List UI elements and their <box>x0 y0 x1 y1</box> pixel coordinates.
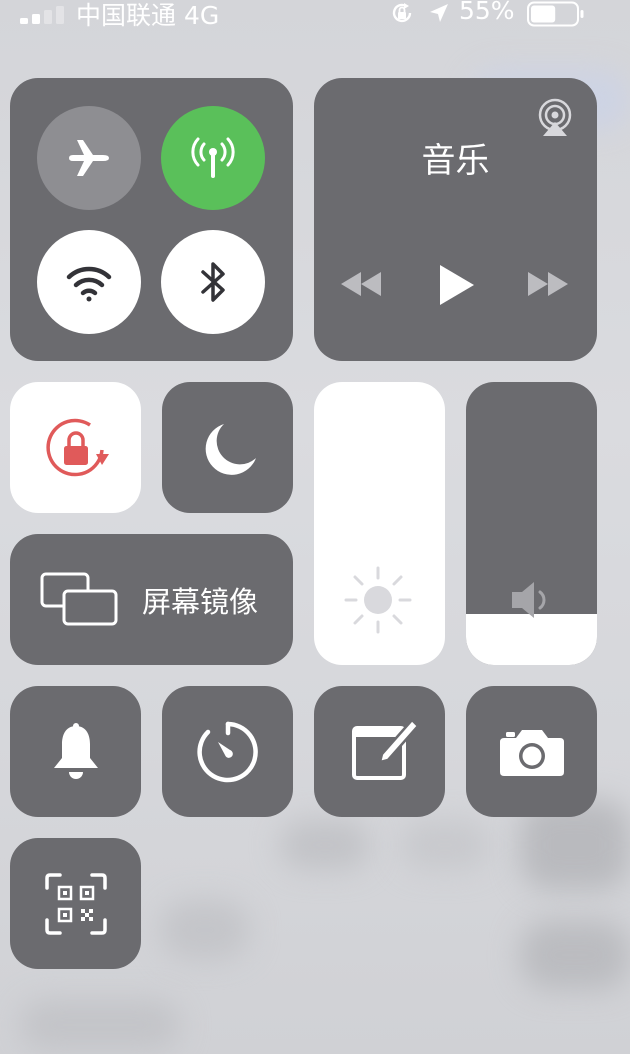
airplane-mode-toggle[interactable] <box>37 106 141 210</box>
moon-icon <box>205 424 256 475</box>
rewind-icon[interactable] <box>339 270 383 298</box>
speaker-icon <box>512 582 546 618</box>
timer-icon <box>197 721 258 783</box>
notes-button[interactable] <box>314 686 445 817</box>
do-not-disturb-toggle[interactable] <box>162 382 293 513</box>
camera-icon <box>500 730 564 776</box>
music-title: 音乐 <box>421 141 490 181</box>
screen-mirroring-button[interactable]: 屏幕镜像 <box>10 534 293 665</box>
sun-icon <box>344 566 412 634</box>
wifi-icon <box>66 266 112 302</box>
bell-button[interactable] <box>10 686 141 817</box>
airplane-icon <box>69 140 109 176</box>
camera-button[interactable] <box>466 686 597 817</box>
status-bar: 中国联通 4G 55% <box>0 0 630 30</box>
bluetooth-toggle[interactable] <box>161 230 265 334</box>
bell-icon <box>54 723 98 779</box>
timer-button[interactable] <box>162 686 293 817</box>
antenna-icon <box>191 137 235 178</box>
qr-code-icon <box>45 873 107 935</box>
battery-icon <box>527 1 584 27</box>
music-player-module[interactable]: 音乐 <box>314 78 597 361</box>
qr-scanner-button[interactable] <box>10 838 141 969</box>
play-icon[interactable] <box>436 263 476 307</box>
connectivity-module <box>10 78 293 361</box>
orientation-lock-status-icon <box>392 3 412 23</box>
wifi-toggle[interactable] <box>37 230 141 334</box>
signal-strength-icon <box>20 6 64 24</box>
location-arrow-icon <box>430 4 448 22</box>
screen-mirroring-label: 屏幕镜像 <box>142 585 259 619</box>
orientation-lock-toggle[interactable] <box>10 382 141 513</box>
volume-slider[interactable] <box>466 382 597 665</box>
battery-percent: 55% <box>459 0 515 25</box>
cellular-data-toggle[interactable] <box>161 106 265 210</box>
brightness-slider[interactable] <box>314 382 445 665</box>
screen-mirroring-icon <box>40 572 118 626</box>
bluetooth-icon <box>201 262 225 302</box>
fast-forward-icon[interactable] <box>526 270 570 298</box>
rotation-lock-icon <box>46 418 109 477</box>
carrier-label: 中国联通 4G <box>76 1 220 30</box>
airplay-icon[interactable] <box>535 98 575 138</box>
notes-icon <box>352 718 420 780</box>
